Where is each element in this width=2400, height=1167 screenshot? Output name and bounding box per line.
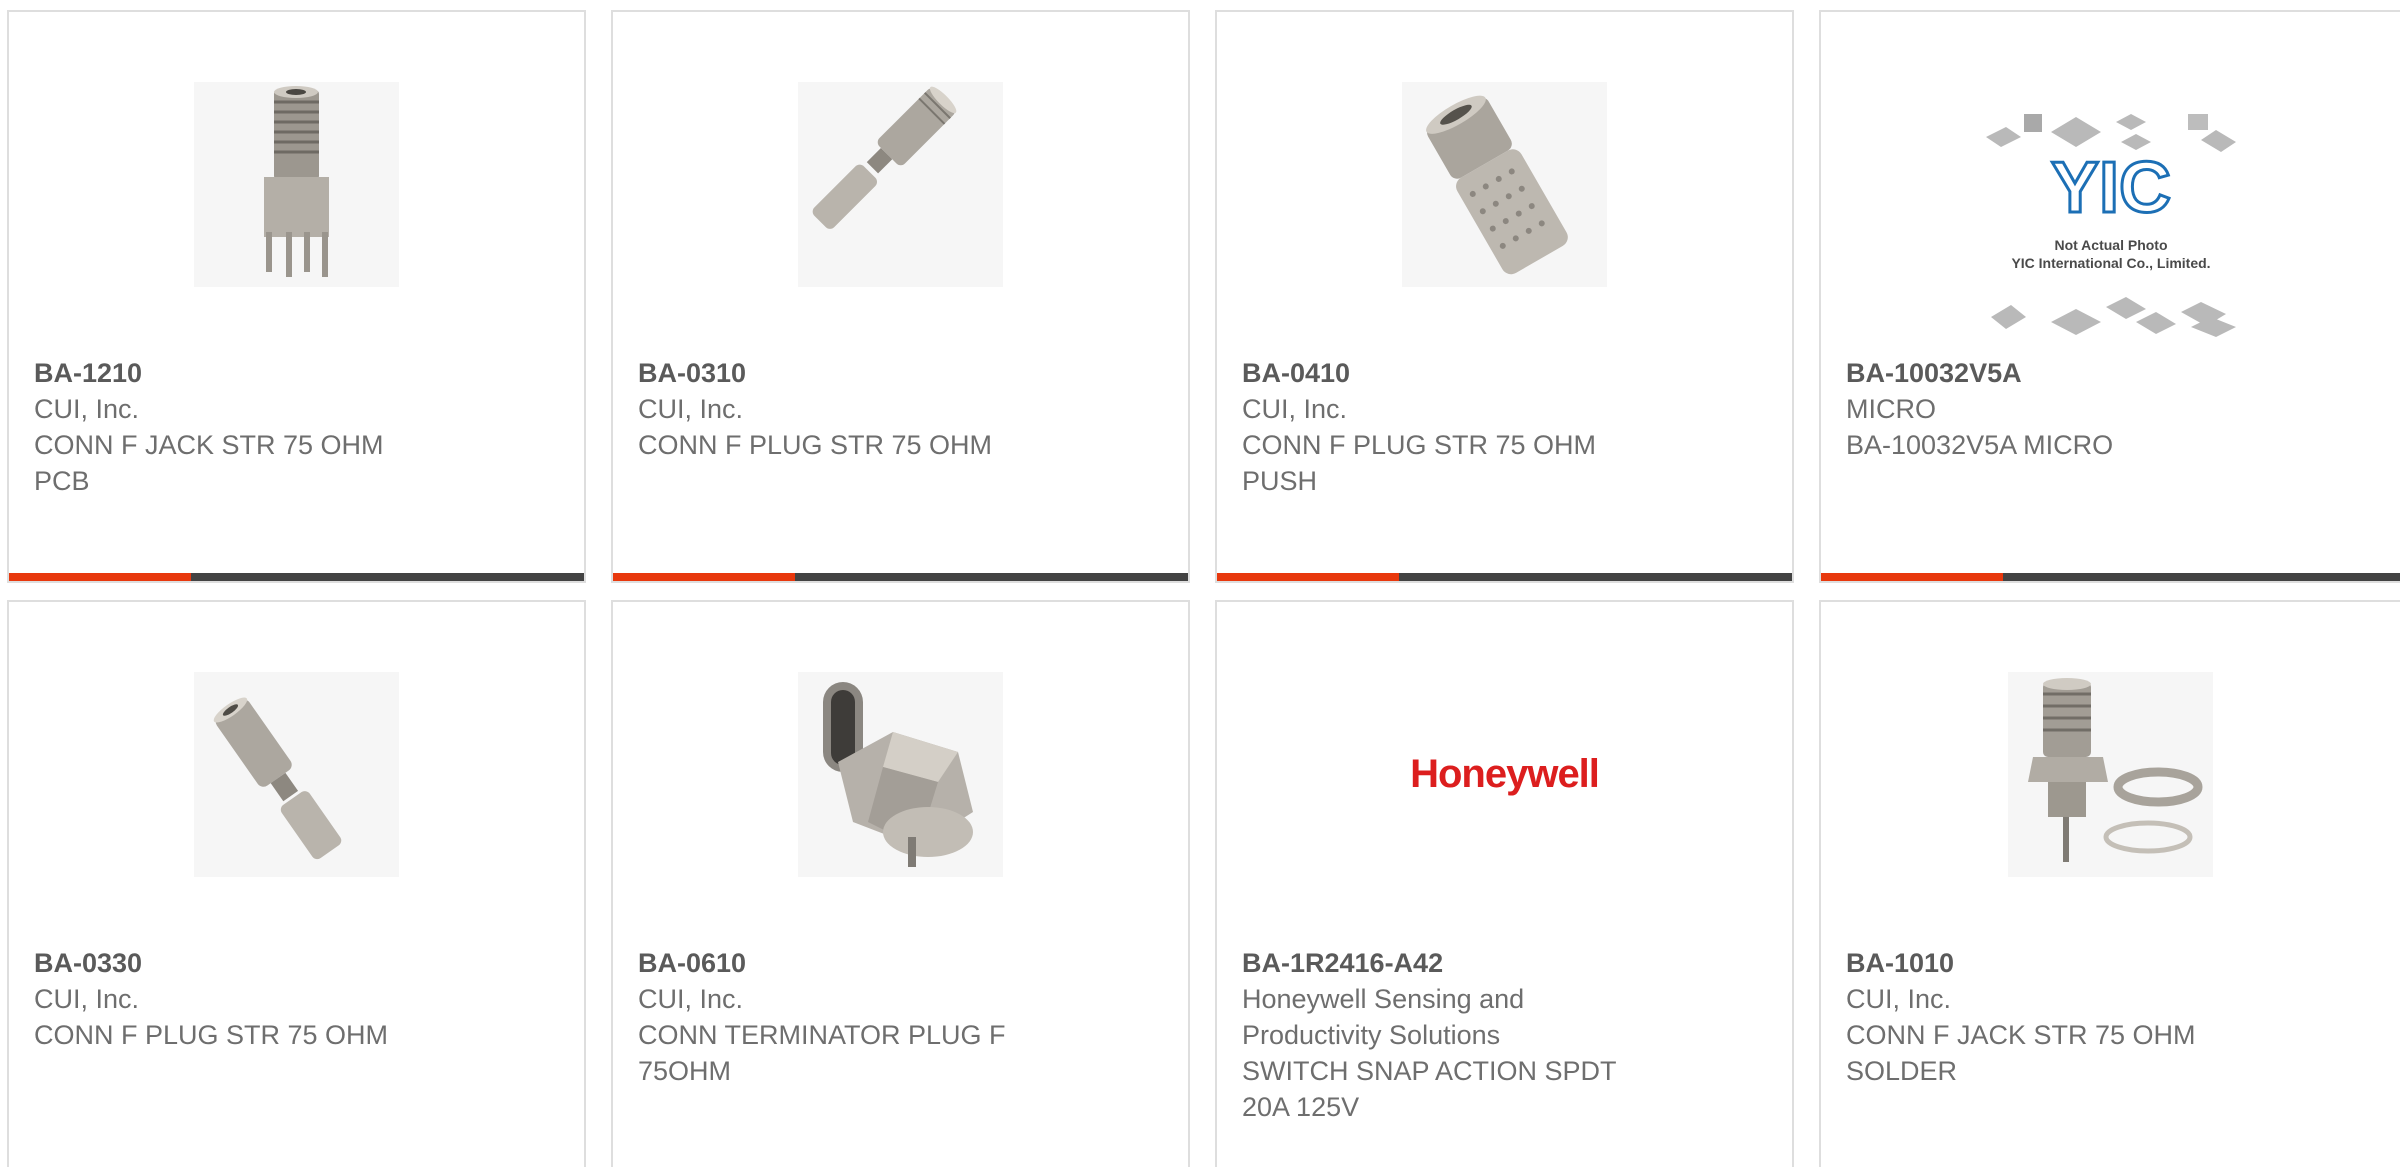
part-number[interactable]: BA-0310	[638, 355, 1163, 391]
card-accent-bar	[1821, 573, 2003, 581]
manufacturer-name: CUI, Inc.	[1846, 984, 1952, 1014]
part-number[interactable]: BA-0330	[34, 945, 559, 981]
card-footer-bar	[613, 573, 1188, 581]
product-text: BA-1010 CUI, Inc. CONN F JACK STR 75 OHM…	[1846, 945, 2375, 1089]
manufacturer-name: CUI, Inc.	[638, 394, 744, 424]
product-text: BA-10032V5A MICRO BA-10032V5A MICRO	[1846, 355, 2375, 463]
product-description: CONN F JACK STR 75 OHM PCB	[34, 430, 384, 496]
product-description: SWITCH SNAP ACTION SPDT 20A 125V	[1242, 1056, 1617, 1122]
product-card-ba-0330[interactable]: BA-0330 CUI, Inc. CONN F PLUG STR 75 OHM	[7, 600, 586, 1167]
product-text: BA-0610 CUI, Inc. CONN TERMINATOR PLUG F…	[638, 945, 1163, 1089]
part-number[interactable]: BA-10032V5A	[1846, 355, 2375, 391]
card-footer-bar	[1217, 573, 1792, 581]
product-description: BA-10032V5A MICRO	[1846, 430, 2114, 460]
product-image-area	[9, 82, 584, 287]
product-description: CONN F PLUG STR 75 OHM	[638, 430, 993, 460]
f-jack-bulkhead-connector-photo	[2008, 672, 2213, 877]
card-accent-bar	[1217, 573, 1399, 581]
product-text: BA-1210 CUI, Inc. CONN F JACK STR 75 OHM…	[34, 355, 559, 499]
part-number[interactable]: BA-0410	[1242, 355, 1767, 391]
product-card-ba-0610[interactable]: BA-0610 CUI, Inc. CONN TERMINATOR PLUG F…	[611, 600, 1190, 1167]
product-description: CONN F PLUG STR 75 OHM PUSH	[1242, 430, 1597, 496]
manufacturer-name: MICRO	[1846, 394, 1936, 424]
manufacturer-name: CUI, Inc.	[34, 394, 140, 424]
yic-placeholder-photo: YIC Not Actual Photo YIC International C…	[1976, 102, 2246, 352]
product-description: CONN TERMINATOR PLUG F 75OHM	[638, 1020, 1006, 1086]
product-image-area	[613, 82, 1188, 287]
product-description: CONN F PLUG STR 75 OHM	[34, 1020, 389, 1050]
honeywell-logo: Honeywell	[1402, 672, 1607, 877]
product-card-ba-1r2416-a42[interactable]: Honeywell BA-1R2416-A42 Honeywell Sensin…	[1215, 600, 1794, 1167]
card-accent-bar	[9, 573, 191, 581]
card-footer-bar	[1821, 573, 2400, 581]
product-description: CONN F JACK STR 75 OHM SOLDER	[1846, 1020, 2196, 1086]
product-text: BA-0330 CUI, Inc. CONN F PLUG STR 75 OHM	[34, 945, 559, 1053]
manufacturer-name: Honeywell Sensing and Productivity Solut…	[1242, 984, 1525, 1050]
product-card-ba-10032v5a[interactable]: YIC Not Actual Photo YIC International C…	[1819, 10, 2400, 583]
honeywell-logo-text: Honeywell	[1410, 752, 1600, 796]
card-footer-bar	[9, 573, 584, 581]
product-image-area	[613, 672, 1188, 877]
product-image-area	[1217, 82, 1792, 287]
card-accent-bar	[613, 573, 795, 581]
part-number[interactable]: BA-1210	[34, 355, 559, 391]
f-terminator-plug-photo	[798, 672, 1003, 877]
product-grid: BA-1210 CUI, Inc. CONN F JACK STR 75 OHM…	[0, 0, 2400, 1167]
yic-logo: YIC	[2050, 148, 2170, 228]
part-number[interactable]: BA-1R2416-A42	[1242, 945, 1767, 981]
f-jack-pcb-connector-photo	[194, 82, 399, 287]
product-card-ba-1210[interactable]: BA-1210 CUI, Inc. CONN F JACK STR 75 OHM…	[7, 10, 586, 583]
f-plug-crimp-connector-photo	[194, 672, 399, 877]
product-image-area: Honeywell	[1217, 672, 1792, 877]
part-number[interactable]: BA-1010	[1846, 945, 2375, 981]
product-text: BA-0410 CUI, Inc. CONN F PLUG STR 75 OHM…	[1242, 355, 1767, 499]
product-image-area: YIC Not Actual Photo YIC International C…	[1821, 102, 2400, 352]
product-card-ba-1010[interactable]: BA-1010 CUI, Inc. CONN F JACK STR 75 OHM…	[1819, 600, 2400, 1167]
product-image-area	[1821, 672, 2400, 877]
product-image-area	[9, 672, 584, 877]
part-number[interactable]: BA-0610	[638, 945, 1163, 981]
product-card-ba-0310[interactable]: BA-0310 CUI, Inc. CONN F PLUG STR 75 OHM	[611, 10, 1190, 583]
manufacturer-name: CUI, Inc.	[1242, 394, 1348, 424]
product-text: BA-0310 CUI, Inc. CONN F PLUG STR 75 OHM	[638, 355, 1163, 463]
f-plug-knurled-connector-photo	[1402, 82, 1607, 287]
f-plug-crimp-connector-photo	[798, 82, 1003, 287]
product-text: BA-1R2416-A42 Honeywell Sensing and Prod…	[1242, 945, 1767, 1125]
not-actual-photo-label: Not Actual Photo	[2054, 237, 2167, 253]
manufacturer-name: CUI, Inc.	[638, 984, 744, 1014]
yic-company-label: YIC International Co., Limited.	[2011, 255, 2210, 271]
product-card-ba-0410[interactable]: BA-0410 CUI, Inc. CONN F PLUG STR 75 OHM…	[1215, 10, 1794, 583]
manufacturer-name: CUI, Inc.	[34, 984, 140, 1014]
